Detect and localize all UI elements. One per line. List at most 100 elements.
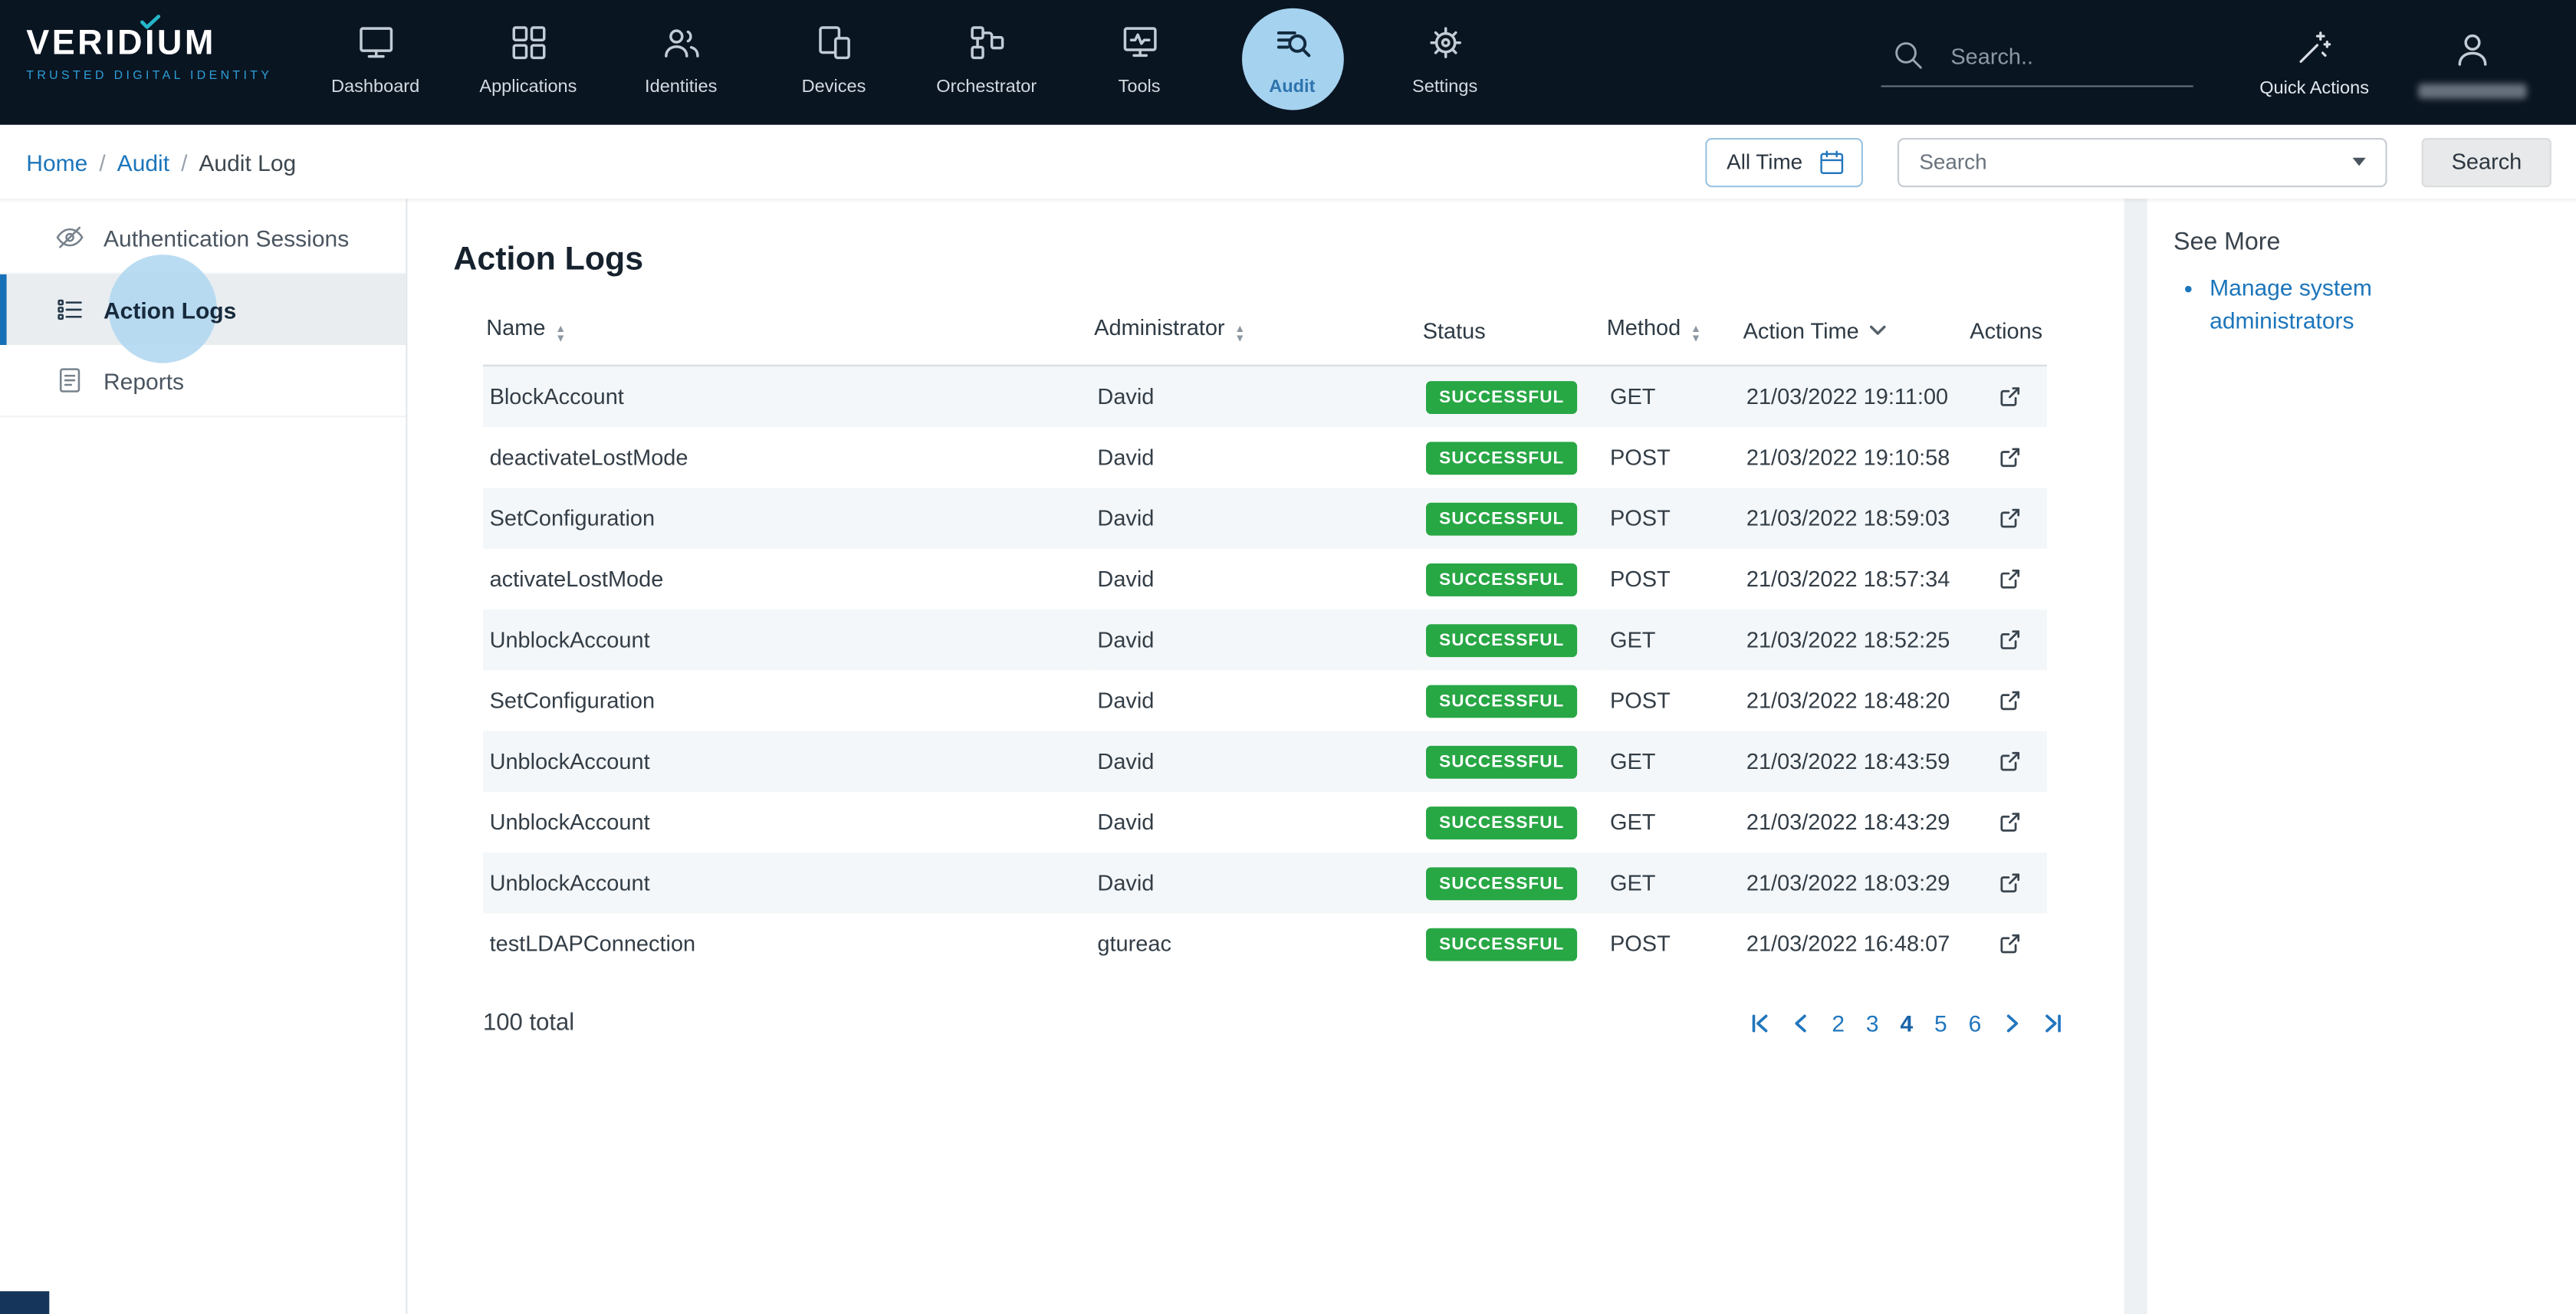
prev-page-button[interactable] (1787, 1010, 1813, 1036)
user-name-redacted (2418, 83, 2526, 97)
open-log-icon (1996, 747, 2024, 774)
cell-actions (1967, 549, 2047, 609)
breadcrumb-separator: / (181, 149, 187, 175)
open-log-button[interactable] (1993, 865, 2027, 899)
page-link-3[interactable]: 3 (1863, 1010, 1882, 1036)
user-menu[interactable] (2418, 27, 2526, 97)
status-badge: SUCCESSFUL (1426, 806, 1578, 839)
quick-actions-button[interactable]: Quick Actions (2259, 27, 2369, 97)
col-header-administrator[interactable]: Administrator▲▼ (1091, 306, 1420, 366)
last-page-button[interactable] (2040, 1010, 2066, 1036)
col-header-method[interactable]: Method▲▼ (1603, 306, 1740, 366)
nav-label: Identities (645, 77, 717, 97)
status-badge: SUCCESSFUL (1426, 745, 1578, 778)
nav-label: Tools (1119, 77, 1161, 97)
search-filter-select[interactable]: Search (1898, 137, 2387, 186)
magic-wand-icon (2295, 27, 2334, 66)
global-search-input[interactable] (1947, 42, 2167, 70)
manage-system-administrators-link[interactable]: Manage system administrators (2210, 274, 2372, 333)
page-link-4-current[interactable]: 4 (1897, 1010, 1916, 1036)
nav-item-devices[interactable]: Devices (757, 0, 910, 125)
nav-item-tools[interactable]: Tools (1063, 0, 1215, 125)
open-log-button[interactable] (1993, 379, 2027, 413)
breadcrumb-current: Audit Log (199, 149, 296, 175)
table-row: BlockAccount David SUCCESSFUL GET 21/03/… (483, 366, 2047, 427)
cell-action-time: 21/03/2022 19:10:58 (1740, 427, 1967, 488)
page-link-6[interactable]: 6 (1965, 1010, 1984, 1036)
open-log-button[interactable] (1993, 804, 2027, 839)
cell-method: POST (1603, 427, 1740, 488)
open-log-icon (1996, 564, 2024, 592)
breadcrumb-audit[interactable]: Audit (117, 149, 169, 175)
cell-actions (1967, 488, 2047, 548)
search-icon (1891, 38, 1927, 74)
breadcrumb-separator: / (99, 149, 105, 175)
table-header-row: Name▲▼ Administrator▲▼ Status Method▲▼ A… (483, 306, 2047, 366)
col-label: Name (486, 315, 545, 340)
identities-icon (659, 21, 702, 64)
see-more-panel: See More Manage system administrators (2147, 199, 2576, 1314)
cell-name: activateLostMode (483, 549, 1091, 609)
table-row: SetConfiguration David SUCCESSFUL POST 2… (483, 488, 2047, 548)
cell-actions (1967, 366, 2047, 427)
action-logs-icon (54, 294, 86, 326)
cell-method: GET (1603, 366, 1740, 427)
open-log-button[interactable] (1993, 501, 2027, 535)
col-header-action-time[interactable]: Action Time (1740, 306, 1967, 366)
cell-administrator: David (1091, 792, 1420, 852)
cell-administrator: David (1091, 852, 1420, 913)
open-log-button[interactable] (1993, 439, 2027, 474)
cell-method: POST (1603, 488, 1740, 548)
open-log-icon (1996, 807, 2024, 835)
cell-administrator: David (1091, 549, 1420, 609)
content-area: Authentication Sessions Action Logs Repo… (0, 199, 2576, 1314)
open-log-button[interactable] (1993, 622, 2027, 656)
search-button[interactable]: Search (2422, 137, 2551, 186)
sort-both-icon: ▲▼ (1691, 325, 1701, 345)
open-log-icon (1996, 686, 2024, 714)
cell-action-time: 21/03/2022 18:03:29 (1740, 852, 1967, 913)
nav-label: Settings (1412, 77, 1477, 97)
nav-item-orchestrator[interactable]: Orchestrator (910, 0, 1063, 125)
topnav-right: Quick Actions (1881, 0, 2576, 125)
logo-check-icon (140, 15, 162, 29)
breadcrumb-home[interactable]: Home (26, 149, 87, 175)
nav-item-identities[interactable]: Identities (605, 0, 757, 125)
open-log-button[interactable] (1993, 926, 2027, 961)
open-log-icon (1996, 929, 2024, 957)
total-count: 100 total (483, 1010, 574, 1036)
sidebar-item-authentication-sessions[interactable]: Authentication Sessions (0, 202, 406, 274)
chevron-down-icon (2353, 158, 2366, 166)
time-range-button[interactable]: All Time (1705, 137, 1863, 186)
page-title: Action Logs (453, 241, 2124, 279)
col-header-name[interactable]: Name▲▼ (483, 306, 1091, 366)
nav-item-audit[interactable]: Audit (1216, 0, 1368, 125)
sidebar-item-action-logs[interactable]: Action Logs (0, 274, 406, 345)
table-row: UnblockAccount David SUCCESSFUL GET 21/0… (483, 792, 2047, 852)
page-link-5[interactable]: 5 (1931, 1010, 1950, 1036)
open-log-icon (1996, 382, 2024, 409)
bottom-left-widget[interactable] (0, 1291, 49, 1314)
sidebar-item-label: Reports (104, 367, 184, 393)
open-log-button[interactable] (1993, 682, 2027, 717)
open-log-button[interactable] (1993, 744, 2027, 778)
dashboard-icon (354, 21, 397, 64)
table-row: deactivateLostMode David SUCCESSFUL POST… (483, 427, 2047, 488)
table-row: activateLostMode David SUCCESSFUL POST 2… (483, 549, 2047, 609)
cell-status: SUCCESSFUL (1419, 488, 1603, 548)
cell-status: SUCCESSFUL (1419, 549, 1603, 609)
sidebar-item-reports[interactable]: Reports (0, 345, 406, 417)
open-log-button[interactable] (1993, 561, 2027, 596)
page-link-2[interactable]: 2 (1829, 1010, 1848, 1036)
audit-icon (1271, 21, 1314, 64)
cell-actions (1967, 913, 2047, 974)
nav-item-dashboard[interactable]: Dashboard (299, 0, 452, 125)
first-page-button[interactable] (1746, 1010, 1773, 1036)
time-range-label: All Time (1727, 149, 1802, 174)
calendar-icon (1817, 147, 1847, 177)
nav-item-applications[interactable]: Applications (452, 0, 604, 125)
nav-item-settings[interactable]: Settings (1368, 0, 1521, 125)
cell-action-time: 21/03/2022 18:48:20 (1740, 670, 1967, 731)
veridium-logo[interactable]: VERIDIUM TRUSTED DIGITAL IDENTITY (0, 0, 299, 125)
next-page-button[interactable] (1999, 1010, 2026, 1036)
